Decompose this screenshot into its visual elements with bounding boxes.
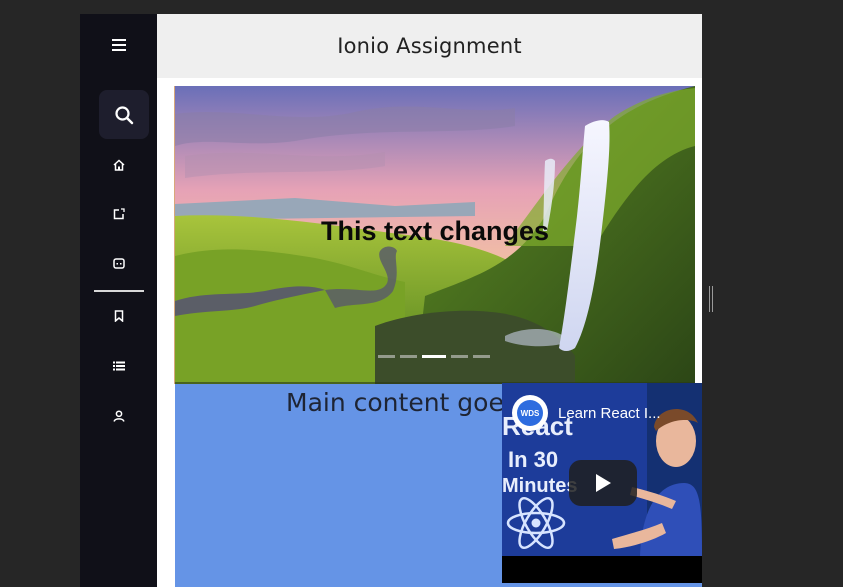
chat-icon (113, 258, 125, 269)
carousel-dot-active[interactable] (422, 355, 446, 358)
list-icon (113, 361, 125, 371)
header: Ionio Assignment (157, 14, 702, 78)
edit-button[interactable] (106, 203, 132, 225)
sidebar (80, 14, 157, 587)
user-icon (113, 410, 125, 422)
home-icon (113, 159, 125, 171)
resize-grip-line (712, 286, 713, 312)
play-icon (596, 474, 611, 492)
list-button[interactable] (106, 355, 132, 377)
user-button[interactable] (106, 405, 132, 427)
video-title[interactable]: Learn React I... (558, 405, 661, 422)
sidebar-divider (94, 290, 144, 292)
channel-avatar[interactable]: WDS (512, 395, 548, 431)
carousel-dot[interactable] (451, 355, 468, 358)
chat-button[interactable] (106, 253, 132, 275)
video-title-bar: WDS Learn React I... (512, 395, 661, 431)
thumbnail-text: In 30 (508, 447, 559, 472)
edit-icon (113, 208, 125, 220)
play-button[interactable] (569, 460, 637, 506)
search-icon (115, 105, 134, 124)
main-content-text: Main content goes (286, 388, 517, 417)
bookmark-button[interactable] (106, 305, 132, 327)
carousel-caption: This text changes (320, 216, 550, 246)
search-button[interactable] (99, 90, 149, 139)
resize-handle[interactable] (709, 286, 715, 312)
page-title: Ionio Assignment (337, 34, 522, 58)
carousel-indicators (378, 355, 490, 358)
carousel-dot[interactable] (400, 355, 417, 358)
react-logo-icon (506, 496, 566, 550)
carousel[interactable]: This text changes (174, 86, 695, 384)
channel-badge: WDS (517, 400, 543, 426)
home-button[interactable] (106, 154, 132, 176)
carousel-dot[interactable] (473, 355, 490, 358)
carousel-dot[interactable] (378, 355, 395, 358)
bookmark-icon (114, 310, 124, 322)
menu-button[interactable] (106, 36, 132, 54)
video-embed[interactable]: React In 30 Minutes WDS Learn React I... (502, 383, 702, 583)
resize-grip-line (709, 286, 710, 312)
menu-icon (112, 39, 126, 51)
